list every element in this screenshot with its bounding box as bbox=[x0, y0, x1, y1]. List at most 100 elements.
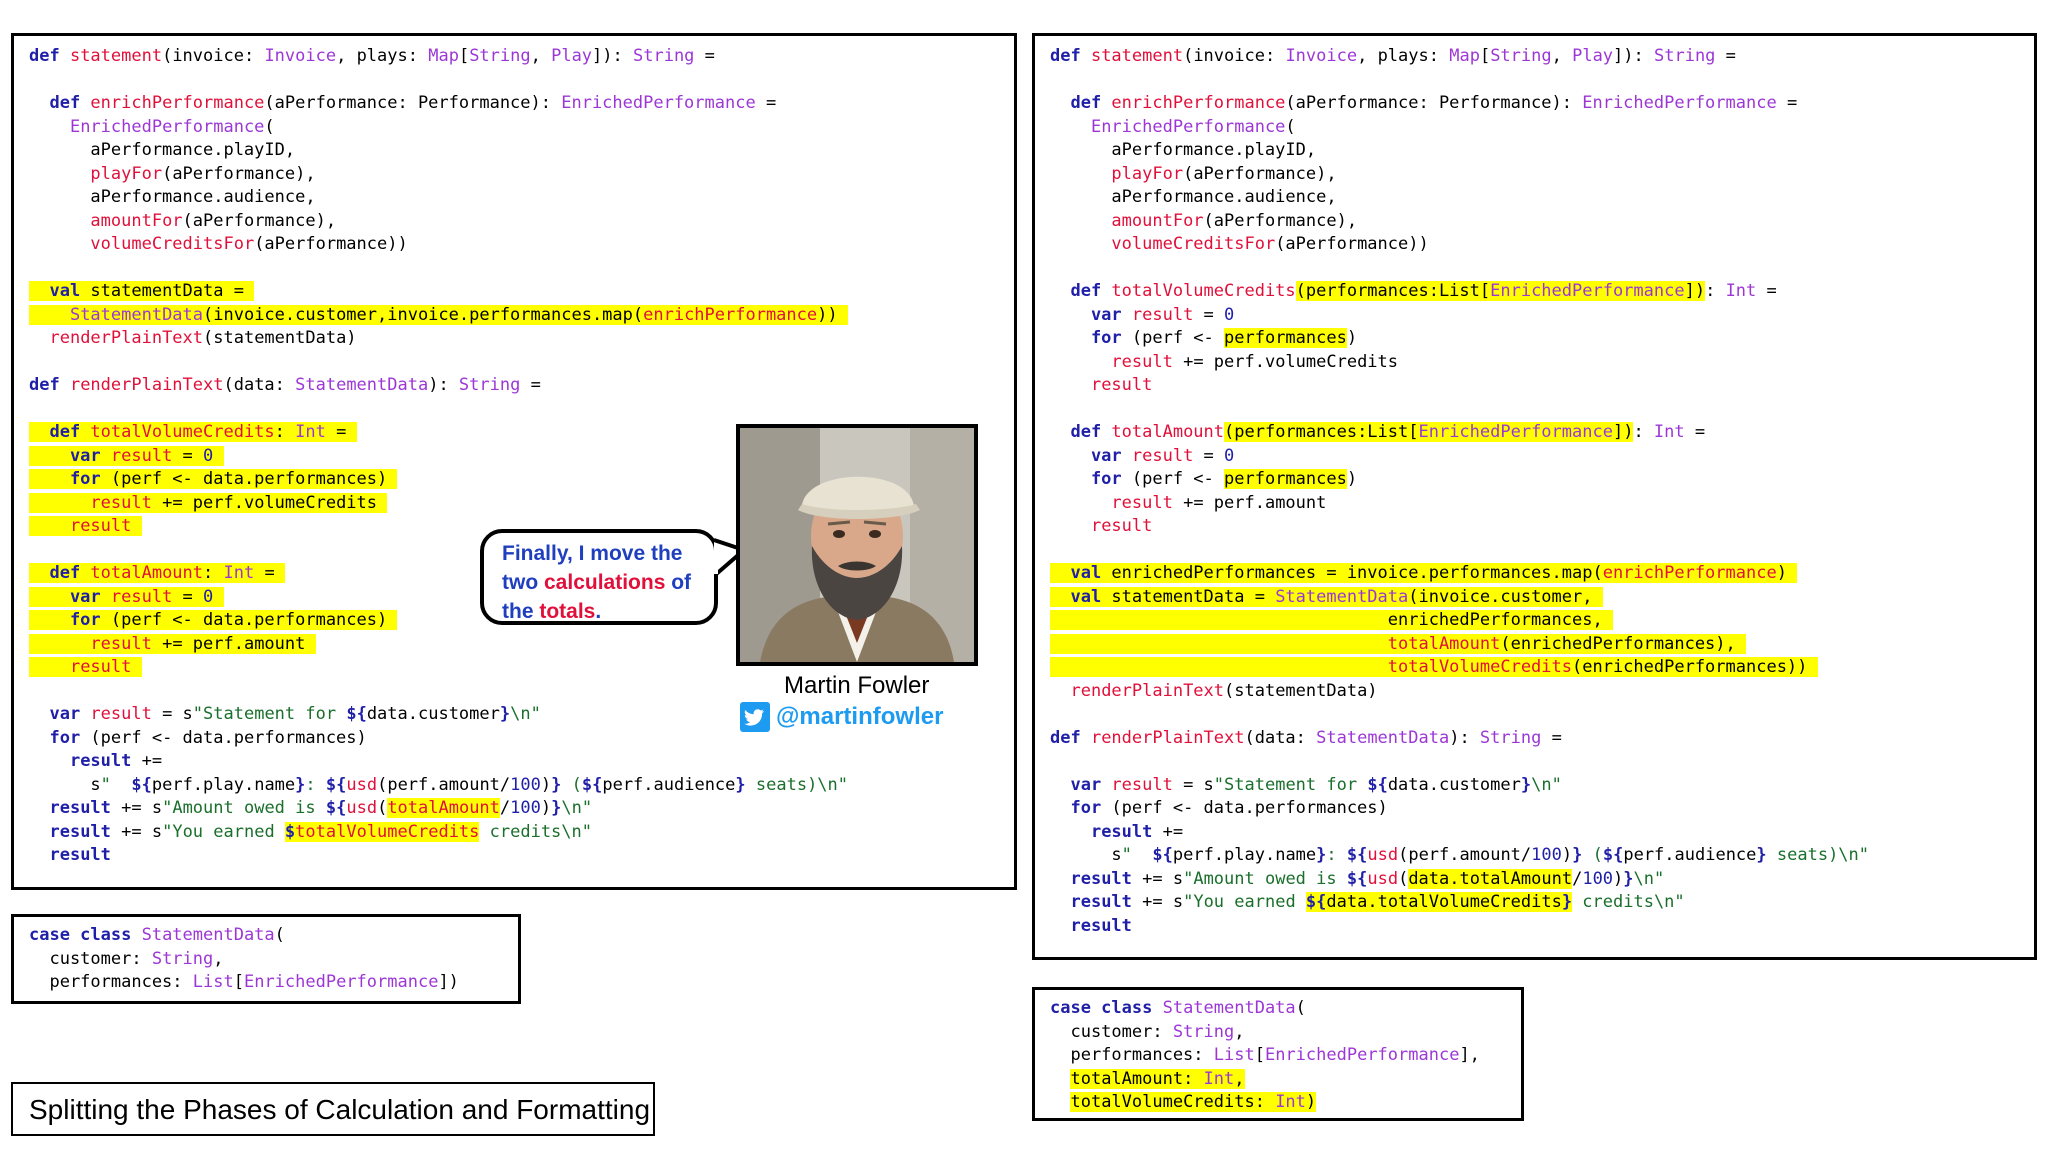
code-token: (perf <- data.performances) bbox=[90, 727, 367, 748]
code-token: : bbox=[203, 563, 224, 583]
code-line: s" ${perf.play.name}: ${usd(perf.amount/… bbox=[29, 774, 848, 798]
code-token: ]): bbox=[592, 46, 633, 66]
code-token: def bbox=[29, 563, 91, 583]
code-token: ( bbox=[377, 798, 388, 818]
code-token: renderPlainText bbox=[1090, 727, 1245, 748]
code-token: ( bbox=[274, 925, 285, 945]
code-token: result bbox=[1111, 774, 1173, 795]
code-line: for (perf <- data.performances) bbox=[1050, 797, 1869, 821]
code-line: customer: String, bbox=[1050, 1021, 1480, 1045]
code-token: " bbox=[100, 774, 132, 795]
code-token: = bbox=[1715, 46, 1736, 66]
code-token: = bbox=[1193, 445, 1225, 466]
code-token: Map bbox=[1449, 46, 1480, 66]
code-token: var bbox=[29, 586, 111, 607]
code-token: , bbox=[530, 46, 552, 66]
code-token: } bbox=[1561, 892, 1573, 912]
code-token: ]) bbox=[1684, 281, 1706, 301]
code-line: amountFor(aPerformance), bbox=[1050, 210, 1869, 234]
left-case-class-panel: case class StatementData( customer: Stri… bbox=[11, 914, 521, 1004]
code-token: = bbox=[325, 422, 347, 442]
code-token: statementData = bbox=[90, 281, 244, 301]
code-token: val bbox=[1050, 563, 1112, 583]
code-token: Int bbox=[1203, 1068, 1235, 1089]
code-token: usd bbox=[1367, 868, 1399, 889]
code-token: for bbox=[1050, 469, 1132, 489]
code-token: \n" bbox=[1633, 868, 1665, 889]
code-token: for bbox=[29, 610, 111, 630]
code-line: def renderPlainText(data: StatementData)… bbox=[1050, 727, 1869, 751]
code-token: totalVolumeCredits: bbox=[1070, 1092, 1276, 1112]
code-token: , bbox=[1234, 1021, 1245, 1042]
code-token: } bbox=[551, 798, 562, 818]
code-token: Int bbox=[295, 422, 326, 442]
code-token: / bbox=[499, 798, 511, 818]
code-token: EnrichedPerformance bbox=[561, 93, 756, 113]
code-token: += perf.volumeCredits bbox=[151, 492, 378, 513]
code-token: 0 bbox=[203, 586, 214, 607]
code-token: val bbox=[1050, 586, 1112, 607]
code-line: def totalVolumeCredits: Int = bbox=[29, 421, 848, 445]
caption-text: Splitting the Phases of Calculation and … bbox=[29, 1094, 651, 1125]
code-token: credits\n" bbox=[479, 821, 592, 842]
code-token: : bbox=[1705, 281, 1726, 301]
code-token: (perf <- bbox=[1131, 469, 1225, 489]
code-token: StatementData bbox=[1275, 586, 1409, 607]
code-line: performances: List[EnrichedPerformance]) bbox=[29, 971, 459, 995]
code-token: += bbox=[131, 751, 163, 771]
code-token: = bbox=[694, 46, 715, 66]
code-line: result bbox=[1050, 515, 1869, 539]
code-token: $ bbox=[284, 821, 296, 842]
code-token: : bbox=[1326, 845, 1347, 865]
code-token: performances: bbox=[1050, 1045, 1214, 1065]
code-token: ) bbox=[540, 774, 552, 795]
code-token: StatementData bbox=[1316, 727, 1450, 748]
code-token: result bbox=[49, 821, 111, 842]
twitter-row[interactable]: @martinfowler bbox=[740, 702, 943, 732]
code-token: List bbox=[1213, 1045, 1255, 1065]
code-line: case class StatementData( bbox=[29, 924, 459, 948]
code-token: += perf.amount bbox=[151, 633, 306, 654]
code-token: ]) bbox=[438, 972, 459, 992]
code-token: result bbox=[90, 492, 152, 513]
code-line: totalAmount: Int, bbox=[1050, 1068, 1480, 1092]
code-token: ${ bbox=[1305, 892, 1327, 912]
code-token: EnrichedPerformance bbox=[243, 972, 439, 992]
code-token: (aPerformance)) bbox=[254, 234, 408, 254]
code-token: ( bbox=[561, 774, 582, 795]
code-token: for bbox=[29, 727, 91, 748]
code-token: Map bbox=[428, 46, 459, 66]
code-token: StatementData bbox=[141, 925, 275, 945]
code-token: usd bbox=[346, 798, 378, 818]
code-line: var result = 0 bbox=[29, 586, 848, 610]
code-token: "Amount owed is bbox=[1183, 868, 1347, 889]
code-line: result bbox=[1050, 915, 1869, 939]
code-token: : bbox=[1633, 422, 1654, 442]
code-line: result bbox=[1050, 374, 1869, 398]
code-line: for (perf <- data.performances) bbox=[29, 609, 848, 633]
twitter-handle[interactable]: @martinfowler bbox=[776, 703, 943, 731]
code-line: result += bbox=[1050, 821, 1869, 845]
author-photo bbox=[736, 424, 978, 666]
code-token: (data: bbox=[223, 375, 296, 395]
code-token: += perf.volumeCredits bbox=[1172, 351, 1399, 372]
code-line: totalVolumeCredits(enrichedPerformances)… bbox=[1050, 656, 1869, 680]
code-token: result bbox=[110, 445, 173, 466]
code-token: ) bbox=[540, 798, 552, 818]
code-token: (aPerformance: Performance): bbox=[264, 93, 562, 113]
code-token: ) bbox=[1776, 563, 1787, 583]
code-token: , bbox=[1234, 1068, 1245, 1089]
code-token: seats)\n" bbox=[745, 774, 849, 795]
code-line: result bbox=[29, 656, 848, 680]
